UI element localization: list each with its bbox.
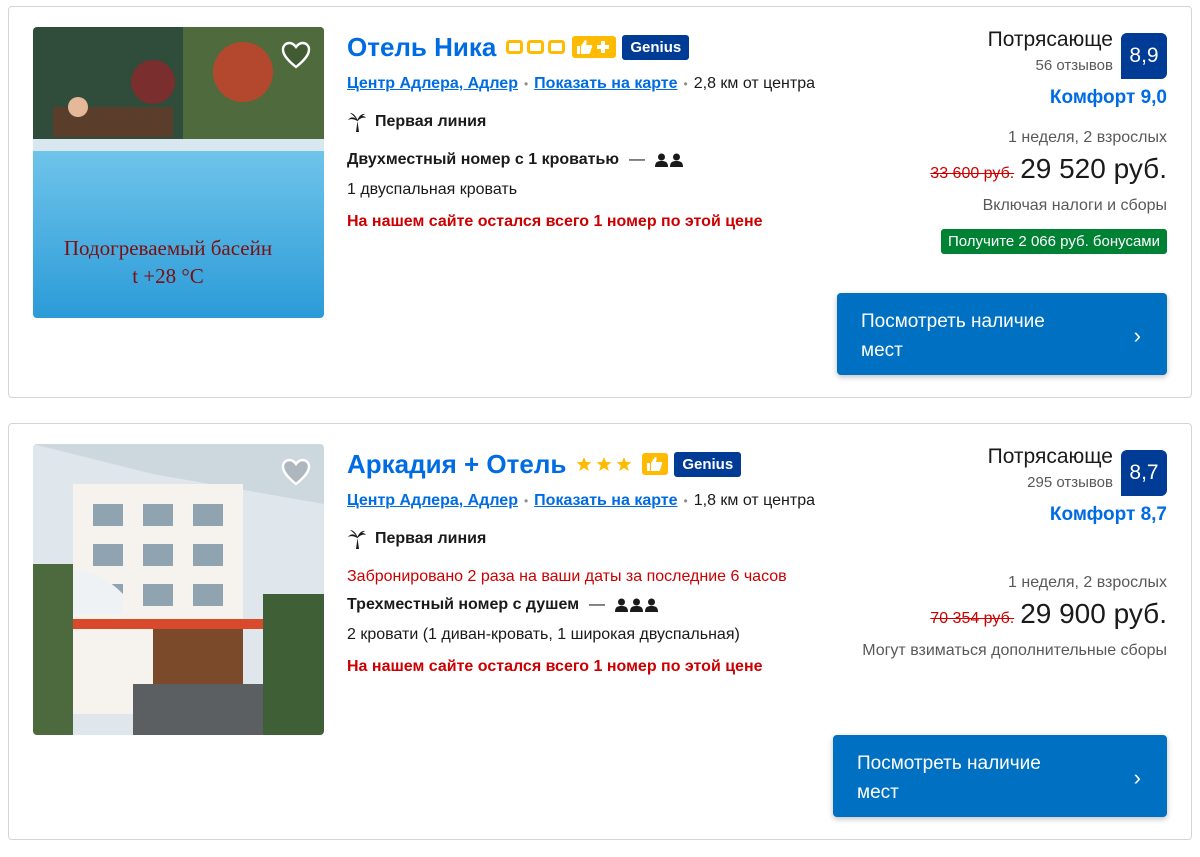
scarcity-message: На нашем сайте остался всего 1 номер по … (347, 213, 763, 230)
hotel-photo[interactable]: Подогреваемый басейн t +28 °C (33, 27, 324, 318)
distance-text: 1,8 км от центра (693, 492, 816, 509)
thumbs-up-plus-icon (577, 40, 610, 54)
room-dash: — (628, 151, 645, 168)
current-price: 29 900 руб. (1020, 598, 1167, 629)
property-card: Аркадия + Отель Genius Центр Адлера, Адл… (8, 423, 1192, 840)
separator-dot: • (523, 77, 529, 91)
taxes-info: Включая налоги и сборы (982, 197, 1167, 214)
review-count: 56 отзывов (1035, 57, 1113, 74)
bonus-badge: Получите 2 066 руб. бонусами (940, 229, 1167, 254)
recent-bookings-notice: Забронировано 2 раза на ваши даты за пос… (347, 568, 787, 585)
preferred-badge (642, 453, 669, 475)
show-on-map-link[interactable]: Показать на карте (534, 75, 677, 93)
photo-caption: Подогреваемый басейн (64, 236, 272, 260)
show-on-map-link[interactable]: Показать на карте (534, 492, 677, 510)
price-block: 70 354 руб. 29 900 руб. (827, 598, 1167, 630)
palm-tree-icon (348, 530, 366, 549)
palm-tree-icon (348, 113, 366, 132)
room-name: Трехместный номер с душем (347, 596, 580, 613)
review-score[interactable]: Потрясающе 295 отзывов 8,7 (827, 444, 1167, 496)
original-price: 33 600 руб. (930, 165, 1015, 182)
room-type: Трехместный номер с душем — (347, 594, 907, 616)
score-word: Потрясающе (987, 445, 1113, 468)
current-price: 29 520 руб. (1020, 153, 1167, 184)
beachfront-label: Первая линия (347, 111, 907, 133)
preferred-plus-badge (572, 36, 617, 58)
cta-label: Посмотреть наличие мест (861, 311, 1045, 361)
hotel-name-link[interactable]: Аркадия + Отель (347, 449, 566, 480)
star-icon (576, 457, 632, 471)
beachfront-text: Первая линия (375, 530, 487, 547)
scarcity-message: На нашем сайте остался всего 1 номер по … (347, 658, 763, 675)
property-card: Подогреваемый басейн t +28 °C Отель Ника (8, 6, 1192, 398)
original-price: 70 354 руб. (930, 610, 1015, 627)
three-guests-icon (615, 598, 659, 612)
square-rating-icon (506, 40, 566, 54)
cta-label: Посмотреть наличие мест (857, 753, 1041, 803)
distance-text: 2,8 км от центра (693, 75, 816, 92)
beachfront-text: Первая линия (375, 113, 487, 130)
stay-summary: 1 неделя, 2 взрослых (1008, 574, 1167, 591)
chevron-right-icon: › (1133, 323, 1141, 348)
chevron-right-icon: › (1133, 765, 1141, 790)
district-link[interactable]: Центр Адлера, Адлер (347, 75, 518, 93)
comfort-score[interactable]: Комфорт 9,0 (827, 87, 1167, 109)
beachfront-label: Первая линия (347, 528, 907, 550)
room-name: Двухместный номер с 1 кроватью (347, 151, 619, 168)
separator-dot: • (683, 494, 688, 508)
district-link[interactable]: Центр Адлера, Адлер (347, 492, 518, 510)
favorite-heart-icon[interactable] (278, 454, 314, 490)
hotel-photo[interactable] (33, 444, 324, 735)
separator-dot: • (683, 77, 688, 91)
genius-badge: Genius (622, 34, 690, 60)
price-block: 33 600 руб. 29 520 руб. (827, 153, 1167, 185)
photo-caption: t +28 °C (132, 264, 204, 288)
score-badge: 8,7 (1121, 450, 1167, 496)
see-availability-button[interactable]: Посмотреть наличие мест › (837, 293, 1167, 375)
stay-summary: 1 неделя, 2 взрослых (1008, 129, 1167, 146)
favorite-heart-icon[interactable] (278, 37, 314, 73)
comfort-score[interactable]: Комфорт 8,7 (827, 504, 1167, 526)
bed-info: 1 двуспальная кровать (347, 181, 518, 198)
review-count: 295 отзывов (1027, 474, 1113, 491)
review-score[interactable]: Потрясающе 56 отзывов 8,9 (827, 27, 1167, 79)
score-badge: 8,9 (1121, 33, 1167, 79)
thumbs-up-icon (647, 457, 663, 471)
star-rating (576, 456, 636, 472)
separator-dot: • (523, 494, 529, 508)
room-type: Двухместный номер с 1 кроватью — (347, 149, 907, 171)
two-guests-icon (654, 153, 683, 167)
taxes-info: Могут взиматься дополнительные сборы (862, 642, 1167, 659)
score-word: Потрясающе (987, 28, 1113, 51)
see-availability-button[interactable]: Посмотреть наличие мест › (833, 735, 1167, 817)
bed-info: 2 кровати (1 диван-кровать, 1 широкая дв… (347, 626, 740, 643)
hotel-name-link[interactable]: Отель Ника (347, 32, 496, 63)
square-rating (506, 40, 566, 54)
room-dash: — (589, 596, 606, 613)
genius-badge: Genius (674, 451, 742, 477)
